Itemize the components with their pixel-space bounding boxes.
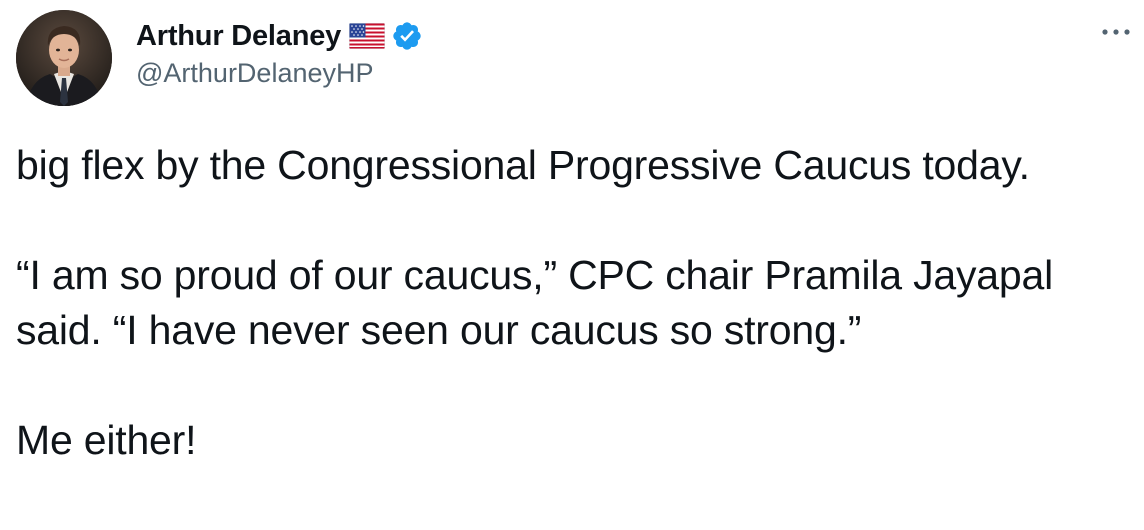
more-options-button[interactable]	[1094, 16, 1138, 48]
tweet-paragraph: big flex by the Congressional Progressiv…	[16, 142, 1030, 188]
verified-badge-icon	[391, 20, 423, 52]
avatar-portrait	[16, 10, 112, 106]
tweet-card: Arthur Delaney @ArthurDelaneyHP big flex…	[0, 0, 1144, 530]
author-name-row: Arthur Delaney	[136, 16, 423, 56]
author-display-name[interactable]: Arthur Delaney	[136, 20, 341, 53]
us-flag-icon	[348, 22, 386, 50]
tweet-text: big flex by the Congressional Progressiv…	[16, 138, 1140, 468]
tweet-paragraph: Me either!	[16, 417, 197, 463]
more-horizontal-icon	[1102, 29, 1130, 35]
author-handle[interactable]: @ArthurDelaneyHP	[136, 58, 374, 89]
tweet-paragraph: “I am so proud of our caucus,” CPC chair…	[16, 252, 1065, 353]
avatar[interactable]	[16, 10, 112, 106]
